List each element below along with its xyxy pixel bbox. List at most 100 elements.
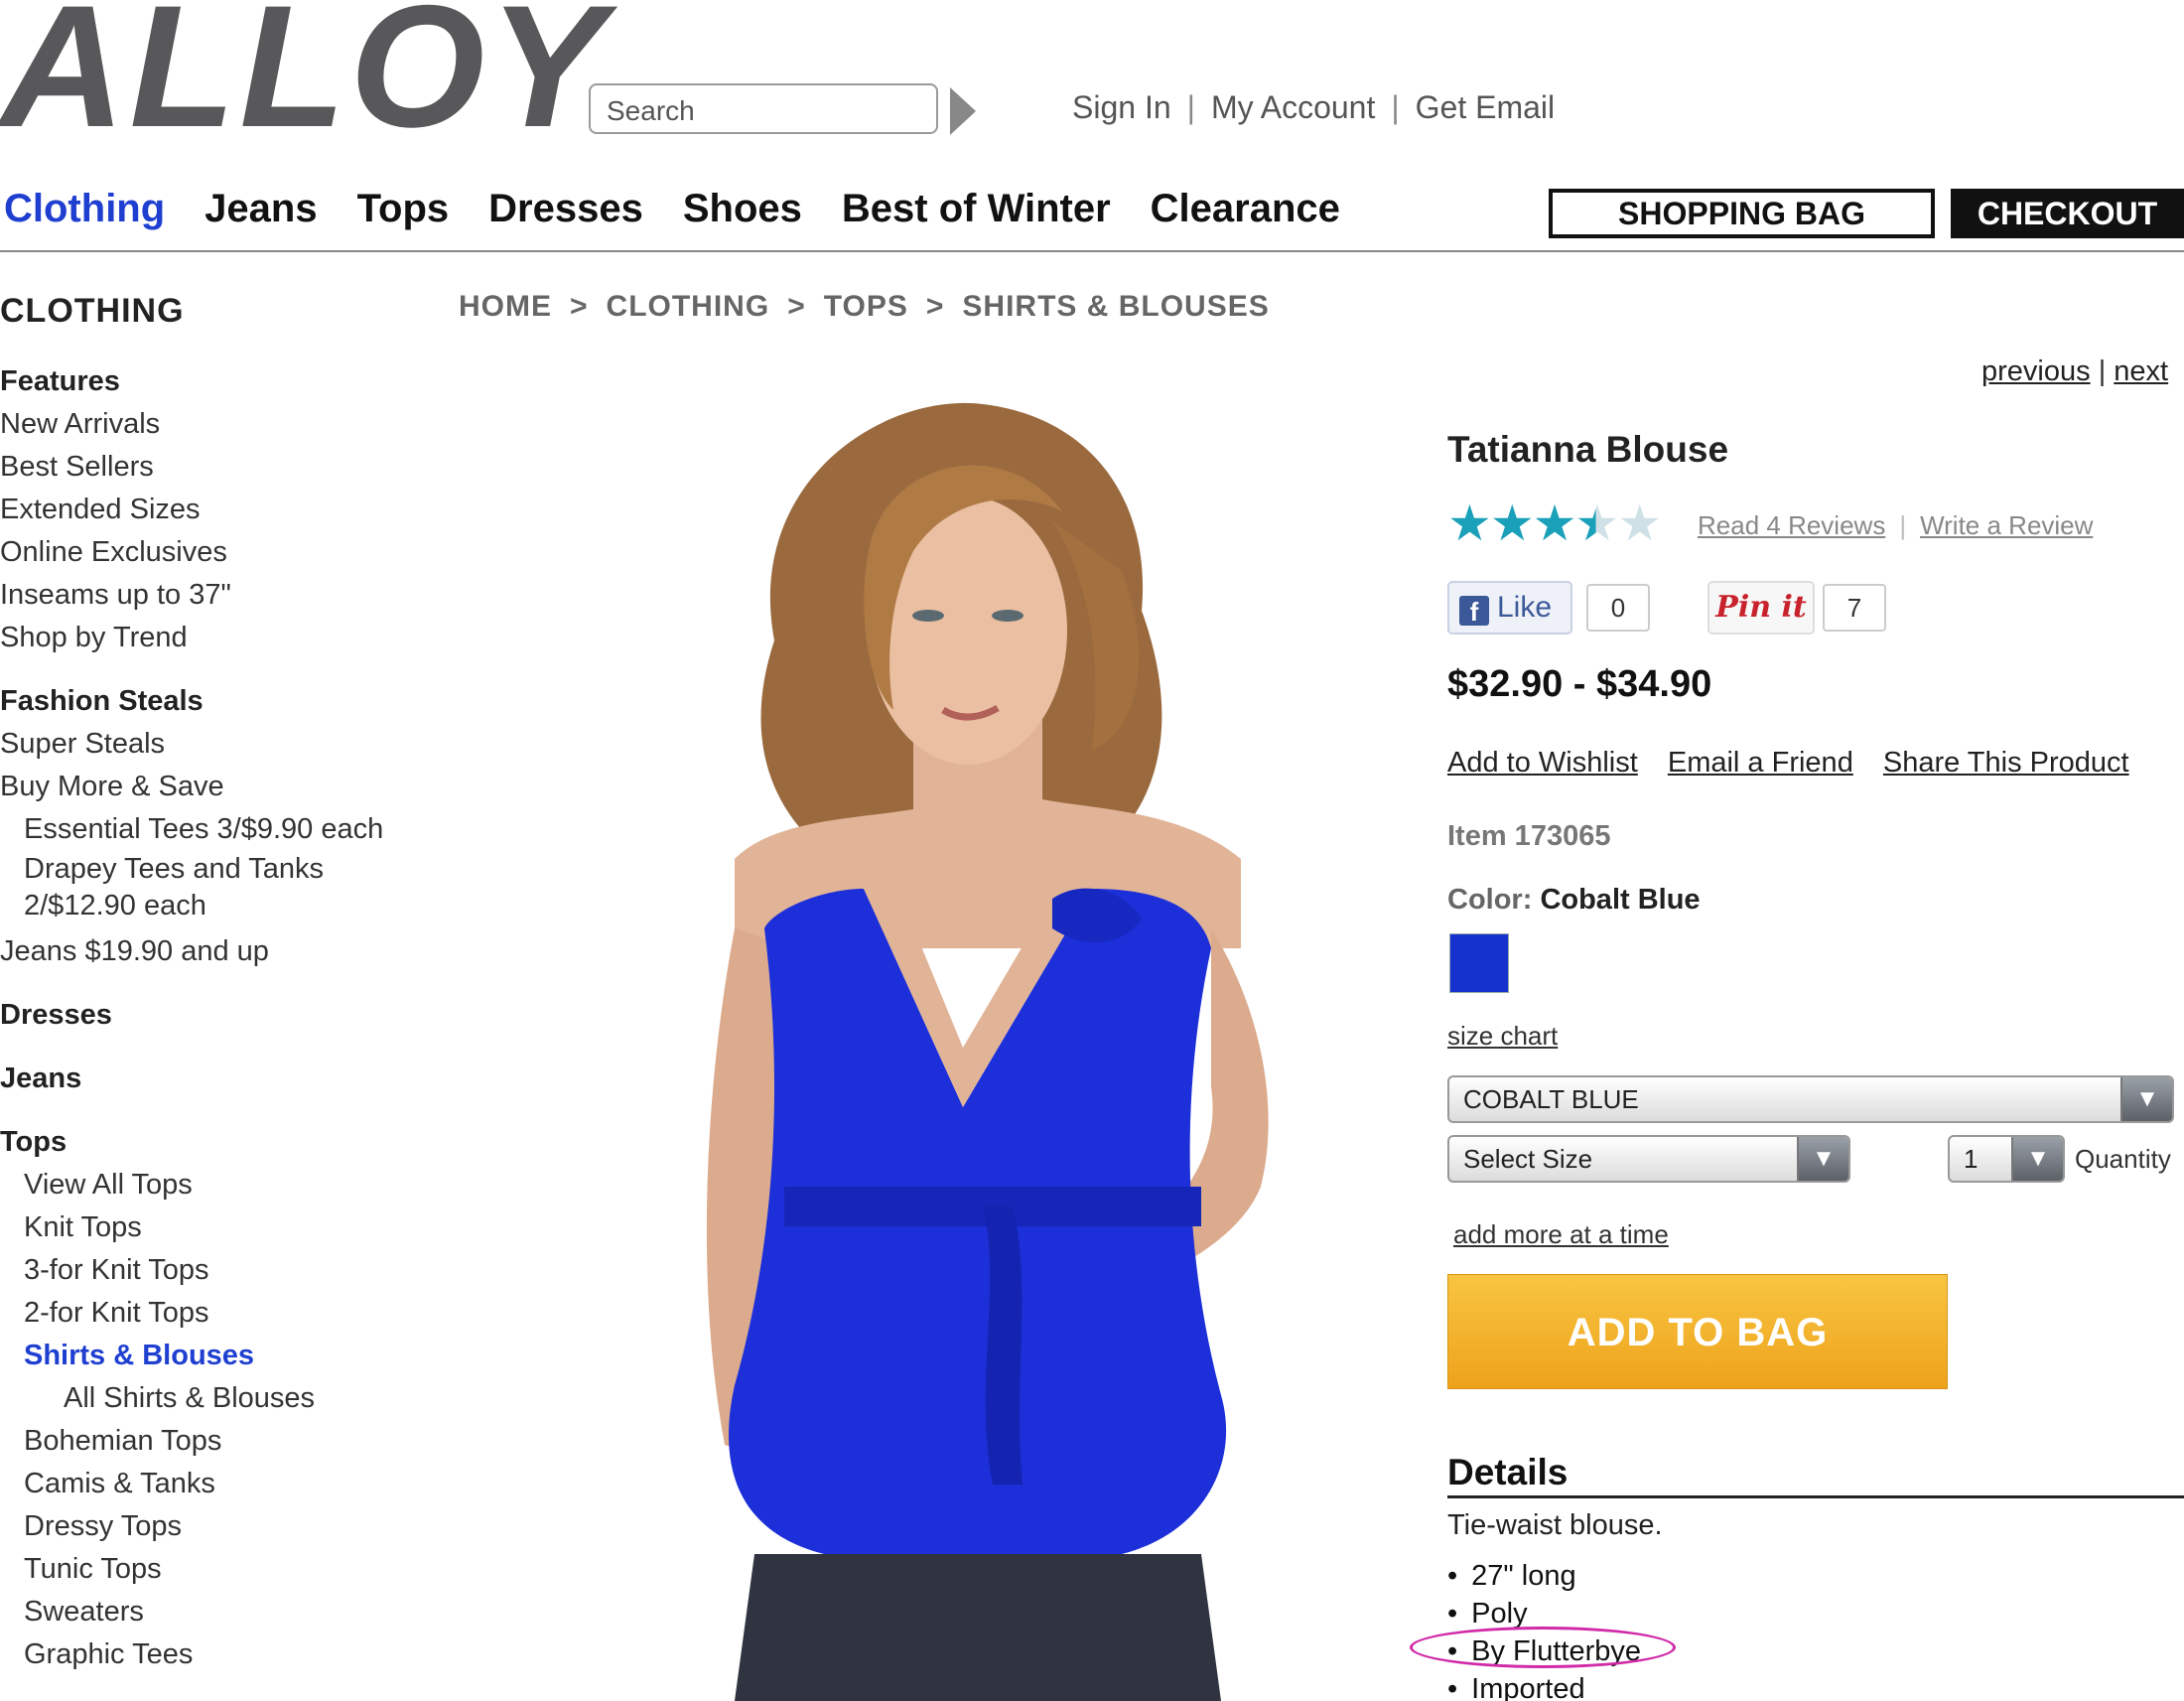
pinterest-pin-button[interactable]: Pin it (1707, 581, 1815, 635)
shopping-bag-button[interactable]: SHOPPING BAG (1549, 189, 1935, 238)
quantity-select[interactable]: 1 ▼ (1948, 1135, 2065, 1183)
write-review-link[interactable]: Write a Review (1920, 510, 2093, 540)
sidebar-item-sweaters[interactable]: Sweaters (0, 1591, 417, 1633)
sidebar-heading-jeans[interactable]: Jeans (0, 1057, 417, 1100)
read-reviews-link[interactable]: Read 4 Reviews (1698, 510, 1885, 540)
sidebar-heading-fashion-steals[interactable]: Fashion Steals (0, 679, 417, 723)
sidebar-item-camis-tanks[interactable]: Camis & Tanks (0, 1463, 417, 1505)
facebook-like-label: Like (1497, 591, 1553, 624)
details-divider (1447, 1495, 2184, 1498)
sign-in-link[interactable]: Sign In (1072, 89, 1171, 125)
my-account-link[interactable]: My Account (1211, 89, 1375, 125)
nav-jeans[interactable]: Jeans (205, 187, 317, 230)
search-submit-icon[interactable] (950, 87, 976, 135)
breadcrumb-tops[interactable]: TOPS (824, 290, 908, 323)
details-description: Tie-waist blouse. (1447, 1509, 1663, 1541)
share-product-link[interactable]: Share This Product (1883, 747, 2129, 779)
email-friend-link[interactable]: Email a Friend (1668, 747, 1853, 779)
pager-separator: | (2098, 355, 2107, 387)
chevron-down-icon: ▼ (2120, 1077, 2172, 1121)
half-star-icon: ★ (1574, 496, 1619, 551)
sidebar-heading-dresses[interactable]: Dresses (0, 993, 417, 1037)
color-swatch[interactable] (1449, 933, 1509, 993)
sidebar-item-view-all-tops[interactable]: View All Tops (0, 1164, 417, 1206)
nav-clearance[interactable]: Clearance (1151, 187, 1340, 230)
breadcrumb-shirts-blouses[interactable]: SHIRTS & BLOUSES (962, 290, 1269, 323)
add-to-bag-button[interactable]: ADD TO BAG (1447, 1274, 1948, 1389)
sidebar-item-dressy-tops[interactable]: Dressy Tops (0, 1505, 417, 1548)
previous-link[interactable]: previous (1981, 355, 2091, 387)
search-input[interactable]: Search (589, 83, 938, 134)
color-select[interactable]: COBALT BLUE ▼ (1447, 1075, 2174, 1123)
sidebar-title: CLOTHING (0, 292, 185, 330)
main-nav: Clothing Jeans Tops Dresses Shoes Best of Win… (4, 187, 1380, 231)
sidebar-item-shop-by-trend[interactable]: Shop by Trend (0, 617, 417, 659)
size-select[interactable]: Select Size ▼ (1447, 1135, 1850, 1183)
sidebar-item-bohemian-tops[interactable]: Bohemian Tops (0, 1420, 417, 1463)
facebook-like-button[interactable]: f Like (1447, 581, 1572, 635)
review-links: Read 4 Reviews | Write a Review (1698, 510, 2093, 541)
sidebar-item-essential-tees[interactable]: Essential Tees 3/$9.90 each (0, 808, 417, 851)
sidebar-item-2-for-knit-tops[interactable]: 2-for Knit Tops (0, 1292, 417, 1335)
sidebar-item-online-exclusives[interactable]: Online Exclusives (0, 531, 417, 574)
details-bullet: Imported (1447, 1670, 1641, 1701)
sidebar-item-new-arrivals[interactable]: New Arrivals (0, 403, 417, 446)
account-links: Sign In | My Account | Get Email (1072, 89, 1555, 126)
breadcrumb-separator: > (787, 290, 806, 323)
sidebar-item-all-shirts[interactable]: All Shirts & Blouses (0, 1377, 417, 1420)
facebook-like-count: 0 (1586, 584, 1650, 632)
star-icon: ★ (1489, 496, 1535, 551)
separator: | (1899, 510, 1907, 540)
next-link[interactable]: next (2114, 355, 2168, 387)
color-select-value: COBALT BLUE (1463, 1084, 1639, 1114)
chevron-down-icon: ▼ (1797, 1137, 1848, 1181)
color-value: Cobalt Blue (1540, 884, 1701, 916)
size-chart-link[interactable]: size chart (1447, 1021, 1558, 1052)
checkout-button[interactable]: CHECKOUT (1951, 189, 2184, 238)
get-email-link[interactable]: Get Email (1416, 89, 1555, 125)
sidebar-heading-tops[interactable]: Tops (0, 1120, 417, 1164)
quantity-label: Quantity (2075, 1144, 2171, 1174)
sidebar-heading-features[interactable]: Features (0, 359, 417, 403)
size-select-value: Select Size (1463, 1144, 1593, 1174)
sidebar-item-super-steals[interactable]: Super Steals (0, 723, 417, 766)
sidebar-item-knit-tops[interactable]: Knit Tops (0, 1206, 417, 1249)
product-actions: Add to Wishlist Email a Friend Share Thi… (1447, 747, 2151, 780)
breadcrumb: HOME > CLOTHING > TOPS > SHIRTS & BLOUSES (459, 290, 1270, 324)
color-label: Color: Cobalt Blue (1447, 884, 1701, 917)
separator: | (1186, 89, 1195, 125)
nav-clothing[interactable]: Clothing (4, 187, 165, 230)
separator: | (1391, 89, 1400, 125)
sidebar-item-buy-more[interactable]: Buy More & Save (0, 766, 417, 808)
breadcrumb-home[interactable]: HOME (459, 290, 552, 323)
color-label-text: Color: (1447, 884, 1533, 916)
sidebar-item-extended-sizes[interactable]: Extended Sizes (0, 489, 417, 531)
product-pager: previous | next (1981, 355, 2168, 388)
add-more-link[interactable]: add more at a time (1453, 1219, 1669, 1250)
sidebar-item-3-for-knit-tops[interactable]: 3-for Knit Tops (0, 1249, 417, 1292)
alloy-logo[interactable]: ALLOY (0, 0, 609, 154)
sidebar-item-best-sellers[interactable]: Best Sellers (0, 446, 417, 489)
sidebar-item-tunic-tops[interactable]: Tunic Tops (0, 1548, 417, 1591)
breadcrumb-separator: > (925, 290, 945, 323)
quantity-select-value: 1 (1964, 1144, 1979, 1174)
sidebar-item-graphic-tees[interactable]: Graphic Tees (0, 1633, 417, 1676)
add-to-wishlist-link[interactable]: Add to Wishlist (1447, 747, 1638, 779)
sidebar-item-jeans-deal[interactable]: Jeans $19.90 and up (0, 930, 417, 973)
star-icon: ★ (1447, 496, 1492, 551)
facebook-icon: f (1459, 596, 1489, 627)
breadcrumb-clothing[interactable]: CLOTHING (607, 290, 770, 323)
details-bullet: 27" long (1447, 1557, 1641, 1595)
sidebar-item-drapey-tees[interactable]: Drapey Tees and Tanks 2/$12.90 each (0, 851, 377, 930)
nav-best-of-winter[interactable]: Best of Winter (842, 187, 1111, 230)
empty-star-icon: ★ (1617, 496, 1662, 551)
nav-tops[interactable]: Tops (357, 187, 450, 230)
product-title: Tatianna Blouse (1447, 429, 1729, 470)
sidebar-item-inseams[interactable]: Inseams up to 37" (0, 574, 417, 617)
sidebar-menu: Features New Arrivals Best Sellers Exten… (0, 359, 417, 1676)
nav-dresses[interactable]: Dresses (488, 187, 643, 230)
pinterest-pin-count: 7 (1823, 584, 1886, 632)
details-heading: Details (1447, 1452, 1569, 1492)
nav-shoes[interactable]: Shoes (683, 187, 802, 230)
sidebar-item-shirts-blouses[interactable]: Shirts & Blouses (0, 1335, 417, 1377)
